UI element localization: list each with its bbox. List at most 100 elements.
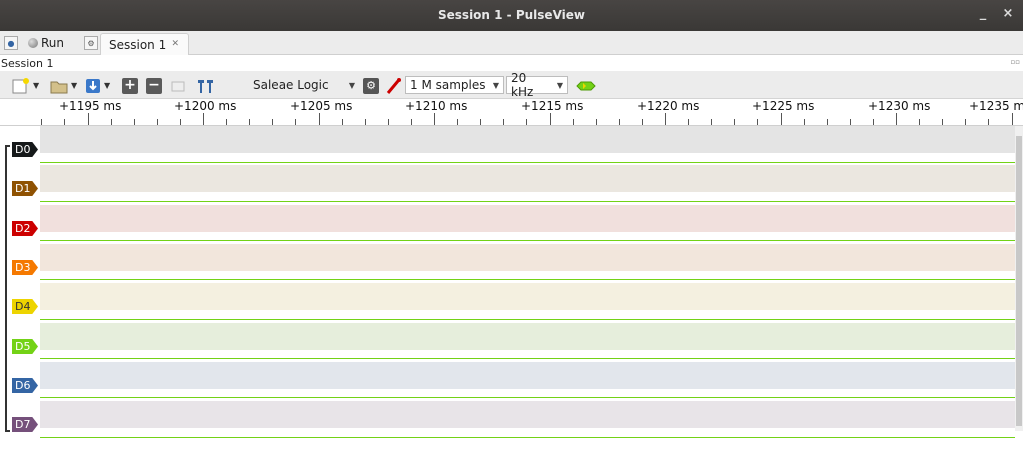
ruler-tick [203, 113, 204, 125]
time-label: +1220 ms [637, 99, 700, 113]
ruler-tick [965, 119, 966, 125]
main-menu-button[interactable]: ● [4, 35, 18, 51]
chevron-down-icon: ▼ [492, 80, 499, 90]
channel-signal-line [40, 397, 1015, 398]
window-titlebar: Session 1 - PulseView _ × [0, 0, 1023, 31]
probe-icon [386, 77, 401, 94]
run-label: Run [41, 36, 65, 50]
add-decoder-button[interactable] [576, 77, 596, 94]
zoom-out-button[interactable]: − [146, 77, 162, 94]
minus-icon: − [146, 77, 162, 94]
ruler-tick [988, 119, 989, 125]
channel-signal-line [40, 358, 1015, 359]
minimize-icon[interactable]: _ [976, 7, 990, 21]
channel-signal-line [40, 319, 1015, 320]
ruler-tick [457, 119, 458, 125]
cursor-button[interactable] [196, 77, 216, 94]
chevron-down-icon: ▼ [104, 81, 111, 90]
save-icon [86, 78, 100, 93]
ruler-tick [134, 119, 135, 125]
ruler-tick [804, 119, 805, 125]
close-icon[interactable]: × [1001, 7, 1015, 21]
chevron-down-icon: ▼ [556, 80, 563, 90]
folder-icon [50, 81, 68, 93]
device-selector[interactable]: Saleae Logic ▼ [248, 76, 360, 94]
run-icon [28, 38, 38, 48]
ruler-tick [365, 119, 366, 125]
tab-close-icon[interactable]: ✕ [171, 39, 179, 49]
ruler-tick [942, 119, 943, 125]
ruler-tick [711, 119, 712, 125]
ruler-tick [319, 113, 320, 125]
time-label: +1200 ms [174, 99, 237, 113]
device-config-button[interactable]: ⚙ [363, 77, 379, 94]
menu-icon: ● [4, 36, 18, 50]
ruler-tick [434, 113, 435, 125]
ruler-tick [411, 119, 412, 125]
gear-icon: ⚙ [84, 36, 98, 50]
ruler-tick [896, 113, 897, 125]
channel-lane[interactable] [40, 401, 1015, 428]
trace-view[interactable] [0, 126, 1023, 457]
channel-lane[interactable] [40, 205, 1015, 232]
new-view-button[interactable]: ▼ [12, 77, 39, 94]
ruler-tick [272, 119, 273, 125]
ruler-tick [1012, 113, 1013, 125]
sample-count-value: 1 M samples [410, 78, 486, 92]
time-label: +1235 ms [969, 99, 1023, 113]
channel-signal-line [40, 162, 1015, 163]
channel-lane[interactable] [40, 323, 1015, 350]
time-ruler[interactable]: +1195 ms +1200 ms +1205 ms +1210 ms +121… [0, 99, 1023, 126]
open-button[interactable]: ▼ [50, 77, 77, 94]
device-name: Saleae Logic [253, 78, 329, 92]
sample-count-select[interactable]: 1 M samples ▼ [405, 76, 504, 94]
scrollbar-thumb[interactable] [1016, 136, 1022, 426]
gear-icon: ⚙ [363, 77, 379, 94]
ruler-tick [619, 119, 620, 125]
vertical-scrollbar[interactable] [1015, 126, 1023, 431]
channel-lane[interactable] [40, 283, 1015, 310]
ruler-tick [734, 119, 735, 125]
ruler-tick [873, 119, 874, 125]
ruler-tick [688, 119, 689, 125]
channel-lane[interactable] [40, 362, 1015, 389]
new-session-button[interactable]: ⚙ [84, 35, 98, 51]
cursors-icon [198, 79, 213, 93]
ruler-tick [596, 119, 597, 125]
zoom-in-button[interactable]: + [122, 77, 138, 94]
time-label: +1205 ms [290, 99, 353, 113]
chevron-down-icon: ▼ [348, 80, 355, 90]
ruler-tick [41, 119, 42, 125]
time-label: +1225 ms [752, 99, 815, 113]
ruler-tick [88, 113, 89, 125]
new-document-icon [12, 77, 29, 93]
channel-lane[interactable] [40, 244, 1015, 271]
channel-group-bracket [5, 145, 10, 432]
channel-signal-line [40, 240, 1015, 241]
time-label: +1215 ms [521, 99, 584, 113]
ruler-tick [526, 119, 527, 125]
sample-rate-select[interactable]: 20 kHz ▼ [506, 71, 568, 99]
run-button[interactable]: Run [28, 35, 64, 51]
ruler-tick [642, 119, 643, 125]
channel-signal-line [40, 201, 1015, 202]
session-title: Session 1 [1, 57, 54, 70]
channel-signal-line [40, 437, 1015, 438]
ruler-tick [827, 119, 828, 125]
dock-buttons-icon[interactable]: ▫▫ [1011, 58, 1021, 66]
ruler-tick [503, 119, 504, 125]
channel-lane[interactable] [40, 165, 1015, 192]
ruler-tick [550, 113, 551, 125]
channels-button[interactable] [385, 77, 403, 94]
zoom-fit-button[interactable] [170, 77, 186, 94]
chevron-down-icon: ▼ [71, 81, 78, 90]
time-label: +1210 ms [405, 99, 468, 113]
ruler-tick [573, 119, 574, 125]
ruler-tick [919, 119, 920, 125]
tab-session-1[interactable]: Session 1 ✕ [100, 33, 189, 55]
ruler-tick [64, 119, 65, 125]
channel-signal-line [40, 279, 1015, 280]
save-button[interactable]: ▼ [85, 77, 110, 94]
channel-lane[interactable] [40, 126, 1015, 153]
ruler-tick [480, 119, 481, 125]
